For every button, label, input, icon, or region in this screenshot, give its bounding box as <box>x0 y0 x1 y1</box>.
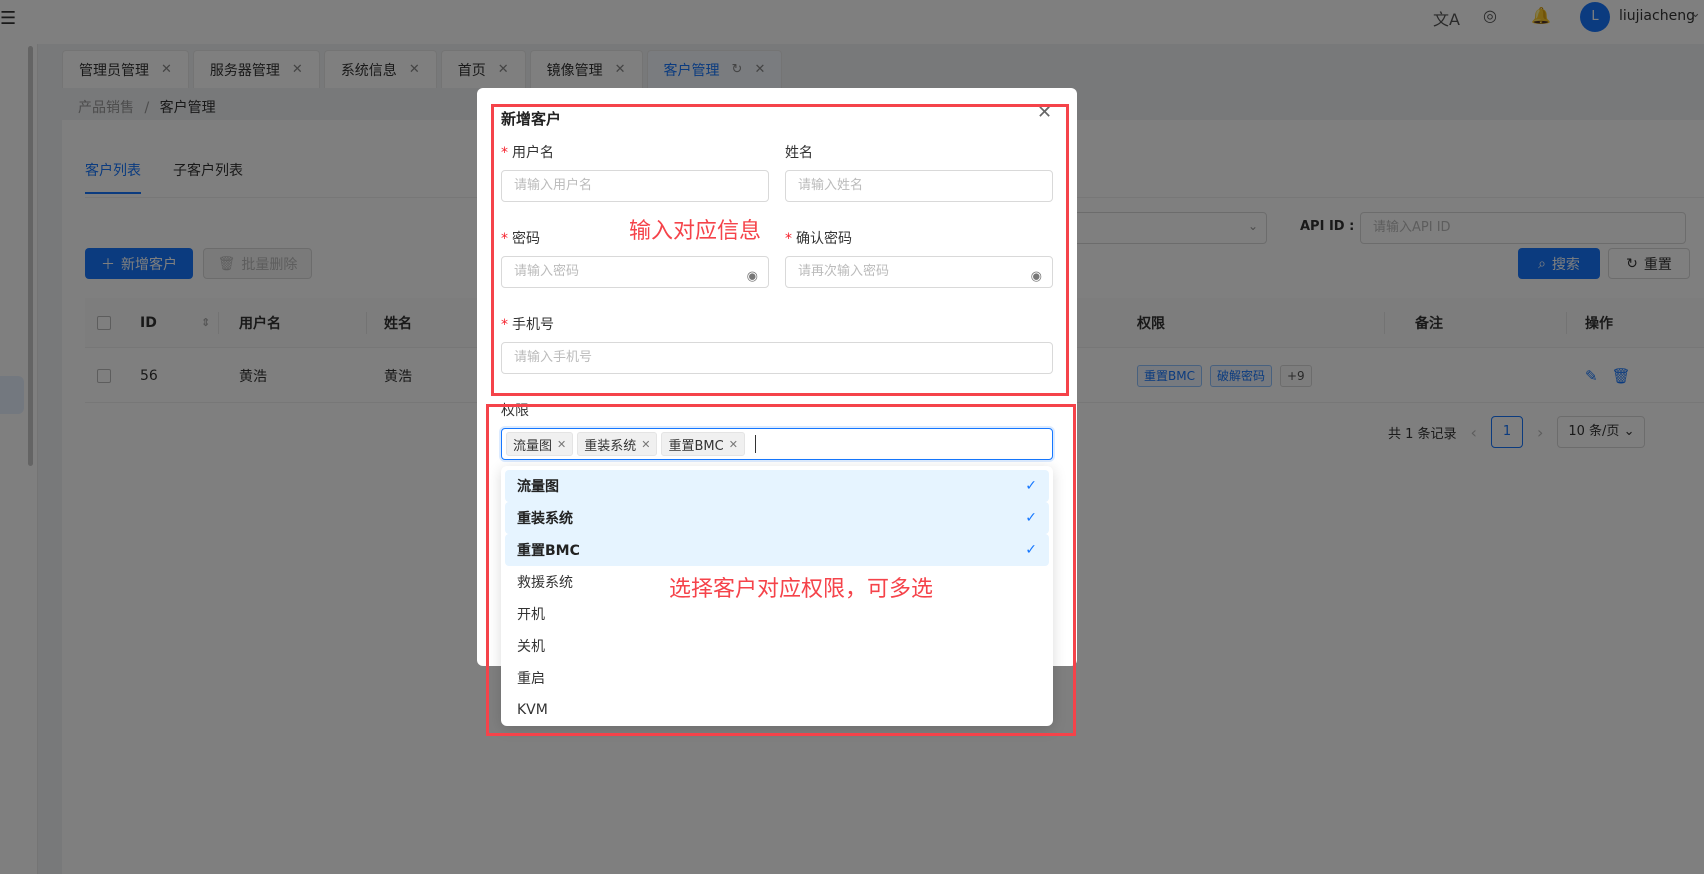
phone-label-text: 手机号 <box>512 317 554 333</box>
required-mark: * <box>785 231 792 247</box>
phone-label: * 手机号 <box>501 314 554 334</box>
option-reboot[interactable]: 重启 <box>505 662 1049 694</box>
eye-off-icon[interactable]: ◉ <box>1031 262 1042 292</box>
close-icon[interactable]: ✕ <box>641 438 650 451</box>
confirm-password-placeholder: 请再次输入密码 <box>798 264 890 279</box>
eye-off-icon[interactable]: ◉ <box>747 262 758 292</box>
password-input[interactable]: 请输入密码 ◉ <box>501 256 769 288</box>
selected-tag: 重装系统 ✕ <box>577 432 658 456</box>
required-mark: * <box>501 231 508 247</box>
selected-tag: 流量图 ✕ <box>506 432 574 456</box>
password-label: * 密码 <box>501 228 540 248</box>
option-reset-bmc[interactable]: 重置BMC ✓ <box>505 534 1049 566</box>
check-icon: ✓ <box>1025 510 1037 526</box>
check-icon: ✓ <box>1025 542 1037 558</box>
selected-tag-label: 流量图 <box>513 438 553 454</box>
option-label: 重启 <box>517 671 545 687</box>
option-traffic-graph[interactable]: 流量图 ✓ <box>505 470 1049 502</box>
confirm-password-input[interactable]: 请再次输入密码 ◉ <box>785 256 1053 288</box>
annotation-note-permissions: 选择客户对应权限，可多选 <box>669 577 934 602</box>
confirm-password-label: * 确认密码 <box>785 228 852 248</box>
option-label: 救援系统 <box>517 575 573 591</box>
username-input[interactable]: 请输入用户名 <box>501 170 769 202</box>
option-kvm[interactable]: KVM <box>505 694 1049 726</box>
username-label: * 用户名 <box>501 142 554 162</box>
option-label: 重装系统 <box>517 511 573 527</box>
check-icon: ✓ <box>1025 478 1037 494</box>
required-mark: * <box>501 317 508 333</box>
close-icon[interactable]: ✕ <box>729 438 738 451</box>
selected-tag: 重置BMC ✕ <box>661 432 745 456</box>
name-input[interactable]: 请输入姓名 <box>785 170 1053 202</box>
name-label: 姓名 <box>785 145 813 161</box>
password-placeholder: 请输入密码 <box>514 264 580 279</box>
text-cursor <box>754 435 756 453</box>
option-label: 重置BMC <box>517 543 580 559</box>
close-icon[interactable]: ✕ <box>557 438 566 451</box>
permissions-multiselect[interactable]: 流量图 ✕ 重装系统 ✕ 重置BMC ✕ <box>501 428 1053 460</box>
option-label: 流量图 <box>517 479 559 495</box>
selected-tag-label: 重装系统 <box>584 438 637 454</box>
option-label: 关机 <box>517 639 545 655</box>
confirm-password-label-text: 确认密码 <box>796 231 852 247</box>
permissions-label: 权限 <box>501 403 529 419</box>
option-power-off[interactable]: 关机 <box>505 630 1049 662</box>
modal-title: 新增客户 <box>501 110 562 128</box>
username-label-text: 用户名 <box>512 145 554 161</box>
selected-tag-label: 重置BMC <box>668 438 724 454</box>
required-mark: * <box>501 145 508 161</box>
option-label: KVM <box>517 702 548 718</box>
annotation-note-info: 输入对应信息 <box>629 219 762 244</box>
option-reinstall-system[interactable]: 重装系统 ✓ <box>505 502 1049 534</box>
close-icon[interactable]: ✕ <box>1037 102 1052 123</box>
phone-input[interactable]: 请输入手机号 <box>501 342 1053 374</box>
password-label-text: 密码 <box>512 231 540 247</box>
option-label: 开机 <box>517 607 545 623</box>
